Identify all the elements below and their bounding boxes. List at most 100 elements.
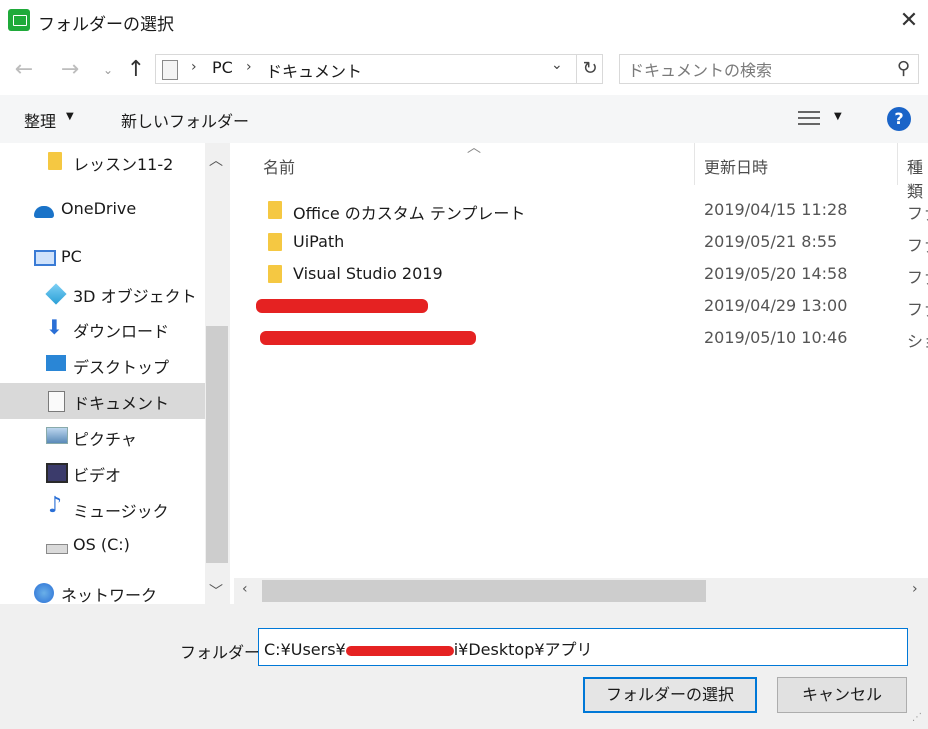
file-type: ファ <box>907 300 928 319</box>
sidebar-item-label: ピクチャ <box>73 430 137 449</box>
sidebar-item-label: ミュージック <box>73 502 169 521</box>
scroll-down-icon[interactable]: ﹀ <box>209 581 223 601</box>
sidebar-item-label: レッスン11-2 <box>73 155 174 174</box>
sidebar-item-desktop[interactable]: デスクトップ <box>0 347 205 383</box>
sidebar-item-onedrive[interactable]: OneDrive <box>0 192 205 228</box>
column-divider[interactable] <box>694 143 695 185</box>
organize-button[interactable]: 整理 <box>24 108 56 132</box>
search-icon[interactable]: ⚲ <box>897 58 910 79</box>
sidebar-item-documents[interactable]: ドキュメント <box>0 383 205 419</box>
file-modified: 2019/05/21 8:55 <box>704 232 838 251</box>
cloud-icon <box>34 206 54 218</box>
video-icon <box>46 463 68 483</box>
folder-icon <box>268 201 282 219</box>
file-name: UiPath <box>293 232 345 251</box>
horizontal-scrollbar-thumb[interactable] <box>262 580 706 602</box>
sidebar-item-music[interactable]: ミュージック <box>0 491 205 527</box>
network-icon <box>34 583 54 603</box>
sidebar-item-label: ダウンロード <box>73 322 170 341</box>
sidebar-item-videos[interactable]: ビデオ <box>0 455 205 491</box>
back-arrow-icon[interactable]: ← <box>10 56 38 84</box>
document-icon <box>48 391 65 412</box>
scroll-right-icon[interactable]: › <box>912 581 918 597</box>
address-bar[interactable]: › PC › ドキュメント ⌄ ↻ <box>155 54 603 84</box>
file-type: ショ <box>907 332 928 351</box>
desktop-icon <box>46 355 66 371</box>
sidebar-item-label: ドキュメント <box>73 394 170 413</box>
command-toolbar: 整理 ▼ 新しいフォルダー ▼ ? <box>0 95 928 143</box>
recent-locations-chevron-icon[interactable]: ⌄ <box>94 56 122 84</box>
caret-down-icon[interactable]: ▼ <box>834 111 842 122</box>
computer-icon <box>34 250 56 266</box>
new-folder-button[interactable]: 新しいフォルダー <box>121 108 249 132</box>
help-icon[interactable]: ? <box>887 107 911 131</box>
scroll-up-icon[interactable]: ︿ <box>209 150 223 170</box>
folder-icon <box>48 152 62 170</box>
sidebar-item-pc[interactable]: PC <box>0 240 205 276</box>
file-modified: 2019/05/10 10:46 <box>704 328 848 347</box>
forward-arrow-icon[interactable]: → <box>56 56 84 84</box>
sidebar-item-label: OneDrive <box>61 199 137 218</box>
file-row[interactable]: UiPath 2019/05/21 8:55 ファ <box>260 227 928 259</box>
sidebar-item-label: ネットワーク <box>61 586 158 604</box>
up-arrow-icon[interactable]: ↑ <box>122 56 150 84</box>
folder-icon <box>268 265 282 283</box>
window-title: フォルダーの選択 <box>38 15 174 35</box>
scroll-left-icon[interactable]: ‹ <box>242 581 248 597</box>
file-name: Office のカスタム テンプレート <box>293 204 526 223</box>
file-type: ファ <box>907 236 928 255</box>
resize-grip-icon[interactable]: ⋰ <box>912 712 922 723</box>
chevron-right-icon[interactable]: › <box>191 59 197 75</box>
search-input[interactable] <box>626 58 880 82</box>
sidebar-item-downloads[interactable]: ダウンロード <box>0 311 205 347</box>
refresh-icon[interactable]: ↻ <box>576 54 603 84</box>
sidebar-item-label: 3D オブジェクト <box>73 287 197 306</box>
search-box[interactable]: ⚲ <box>619 54 919 84</box>
sidebar-item-lesson[interactable]: レッスン11-2 <box>0 144 205 180</box>
chevron-right-icon[interactable]: › <box>246 59 252 75</box>
breadcrumb-pc[interactable]: PC <box>212 58 233 77</box>
file-row[interactable]: Visual Studio 2019 2019/05/20 14:58 ファ <box>260 259 928 291</box>
view-list-icon[interactable] <box>798 109 820 127</box>
select-folder-button[interactable]: フォルダーの選択 <box>583 677 757 713</box>
file-row[interactable]: Office のカスタム テンプレート 2019/04/15 11:28 ファ <box>260 195 928 227</box>
file-type: ファ <box>907 204 928 223</box>
sidebar-item-3d-objects[interactable]: 3D オブジェクト <box>0 276 205 312</box>
folder-label: フォルダー: <box>180 643 266 662</box>
cancel-button[interactable]: キャンセル <box>777 677 907 713</box>
sidebar-scrollbar-thumb[interactable] <box>206 326 228 563</box>
title-bar: フォルダーの選択 ✕ <box>0 0 928 44</box>
chevron-down-icon[interactable]: ⌄ <box>551 57 563 73</box>
column-header-name[interactable]: 名前 <box>263 154 295 178</box>
folder-path-value: C:¥Users¥ i¥Desktop¥アプリ <box>264 636 593 660</box>
column-divider[interactable] <box>897 143 898 185</box>
sidebar-item-label: デスクトップ <box>73 358 170 377</box>
redaction-mark <box>260 331 476 345</box>
sidebar-item-os-drive[interactable]: OS (C:) <box>0 528 205 564</box>
file-modified: 2019/05/20 14:58 <box>704 264 848 283</box>
cube-icon <box>45 283 67 305</box>
sidebar-item-label: ビデオ <box>73 466 122 485</box>
music-icon <box>46 493 66 519</box>
image-app-icon <box>8 9 30 31</box>
sidebar-item-network[interactable]: ネットワーク <box>0 575 205 604</box>
folder-path-input[interactable]: C:¥Users¥ i¥Desktop¥アプリ <box>258 628 908 666</box>
download-icon <box>46 315 66 339</box>
breadcrumb-documents[interactable]: ドキュメント <box>266 58 362 82</box>
file-modified: 2019/04/29 13:00 <box>704 296 848 315</box>
column-header-modified[interactable]: 更新日時 <box>704 154 768 178</box>
caret-down-icon[interactable]: ▼ <box>66 111 74 122</box>
sidebar-item-pictures[interactable]: ピクチャ <box>0 419 205 455</box>
file-row[interactable]: 2019/05/10 10:46 ショ <box>260 323 928 355</box>
redaction-mark <box>256 299 428 313</box>
horizontal-scrollbar[interactable]: ‹ › <box>234 578 928 604</box>
file-row[interactable]: 2019/04/29 13:00 ファ <box>256 291 928 323</box>
folder-path-prefix: C:¥Users¥ <box>264 640 346 659</box>
close-button[interactable]: ✕ <box>894 6 924 36</box>
file-modified: 2019/04/15 11:28 <box>704 200 848 219</box>
navigation-pane: レッスン11-2 OneDrive PC 3D オブジェクト ダウンロード デス… <box>0 143 230 604</box>
drive-icon <box>46 544 68 554</box>
file-list: ︿ 名前 更新日時 種類 Office のカスタム テンプレート 2019/04… <box>234 140 928 604</box>
dialog-footer: フォルダー: C:¥Users¥ i¥Desktop¥アプリ フォルダーの選択 キ… <box>0 604 928 729</box>
folder-icon <box>268 233 282 251</box>
